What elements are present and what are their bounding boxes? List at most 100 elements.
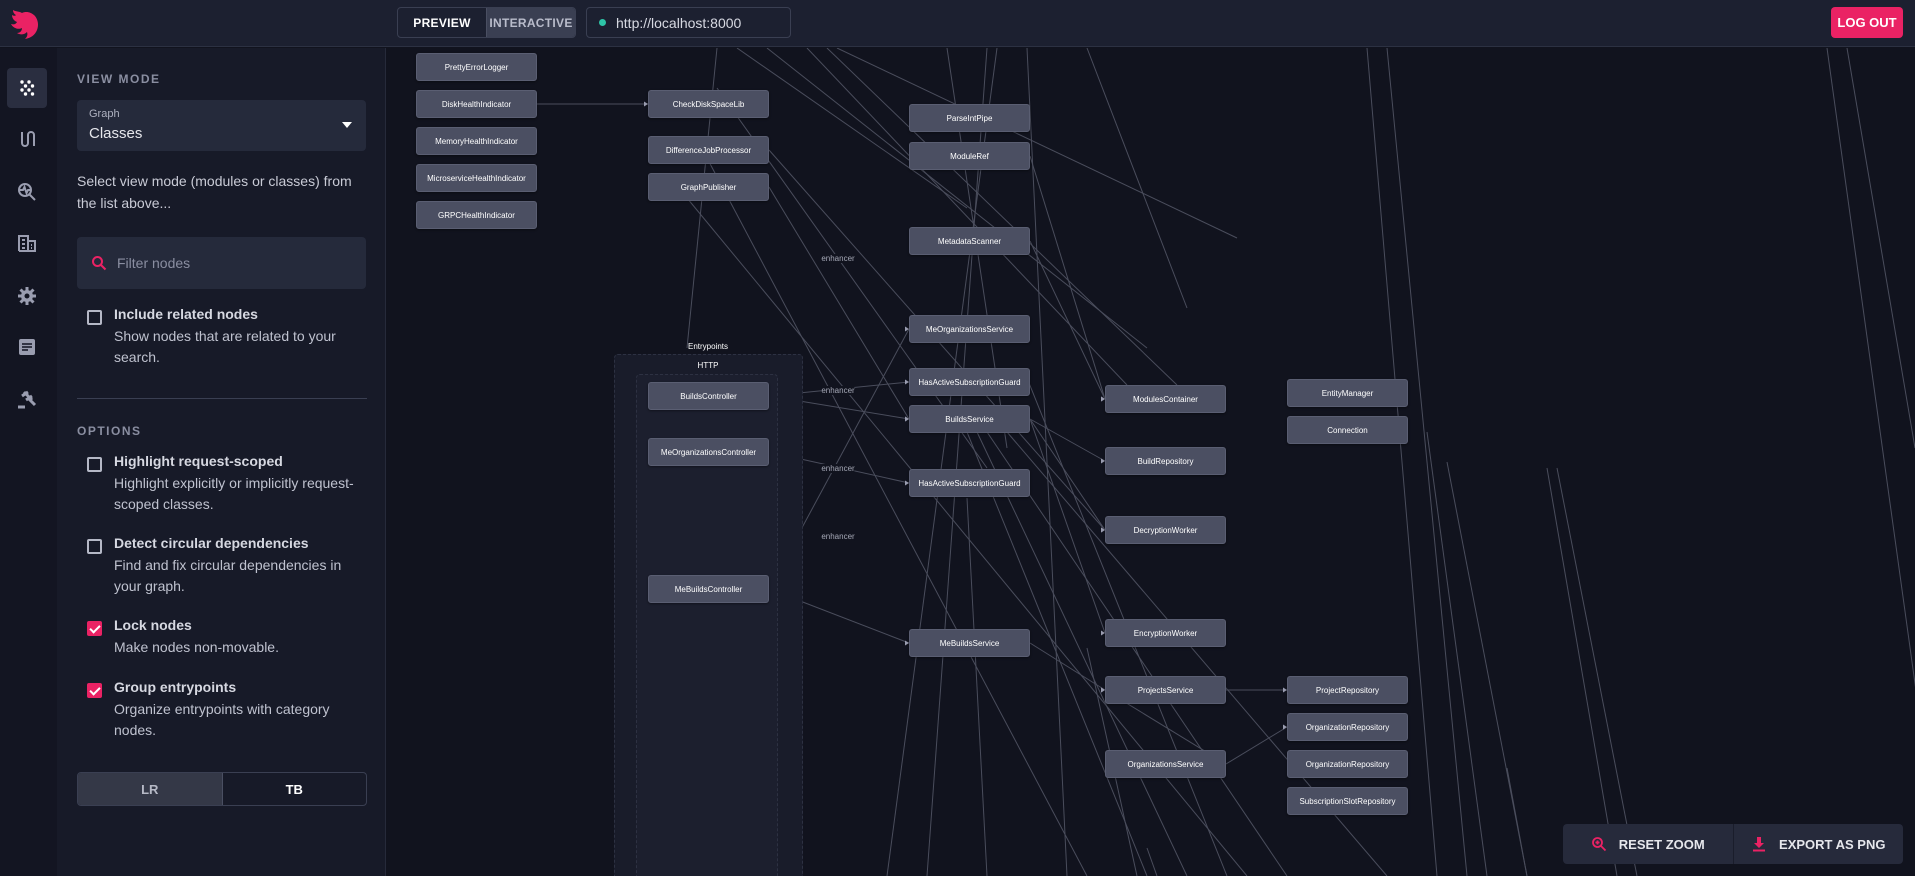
export-png-button[interactable]: EXPORT AS PNG (1734, 824, 1904, 864)
option-title: Group entrypoints (114, 679, 237, 695)
graph-edge (926, 48, 988, 876)
option-description: Find and fix circular dependencies in yo… (114, 557, 342, 594)
include-related-checkbox[interactable] (87, 310, 102, 325)
interactive-tab[interactable]: INTERACTIVE (486, 8, 575, 37)
graph-edge (966, 497, 988, 876)
graph-node[interactable]: MemoryHealthIndicator (416, 127, 537, 155)
graph-node[interactable]: OrganizationRepository (1287, 750, 1408, 778)
direction-tb-button[interactable]: TB (223, 773, 367, 805)
caret-down-icon (342, 122, 352, 128)
view-mode-description: Select view mode (modules or classes) fr… (77, 173, 352, 211)
graph-node[interactable]: BuildsController (648, 382, 769, 410)
edge-label: enhancer (821, 254, 855, 263)
graph-edge (1556, 467, 1638, 876)
settings-icon[interactable] (7, 276, 47, 316)
graph-node[interactable]: OrganizationsService (1105, 750, 1226, 778)
option-description: Make nodes non-movable. (114, 639, 279, 655)
graph-node[interactable]: MetadataScanner (909, 227, 1030, 255)
option-title: Highlight request-scoped (114, 453, 283, 469)
graph-node[interactable]: CheckDiskSpaceLib (648, 90, 769, 118)
option-title: Lock nodes (114, 617, 192, 633)
url-field[interactable]: http://localhost:8000 (586, 7, 791, 38)
download-icon (1753, 837, 1766, 852)
filter-field[interactable] (77, 237, 366, 289)
divider (77, 398, 367, 399)
graph-node[interactable]: GraphPublisher (648, 173, 769, 201)
graph-node[interactable]: ModuleRef (909, 142, 1030, 170)
graph-edge (1029, 418, 1106, 462)
icon-rail (0, 48, 57, 876)
logout-button[interactable]: LOG OUT (1831, 7, 1903, 38)
graph-node[interactable]: DecryptionWorker (1105, 516, 1226, 544)
graph-node[interactable]: MeBuildsService (909, 629, 1030, 657)
reset-zoom-button[interactable]: RESET ZOOM (1563, 824, 1733, 864)
group-entrypoints-checkbox[interactable] (87, 683, 102, 698)
edge-label: enhancer (821, 464, 855, 473)
graph-icon[interactable] (7, 68, 47, 108)
graph-node[interactable]: HasActiveSubscriptionGuard (909, 469, 1030, 497)
graph-edge (1146, 847, 1158, 876)
graph-node[interactable]: SubscriptionSlotRepository (1287, 787, 1408, 815)
option-description: Show nodes that are related to your sear… (114, 328, 336, 365)
select-label: Graph (89, 108, 120, 120)
graph-node[interactable]: MicroserviceHealthIndicator (416, 164, 537, 192)
view-mode-select[interactable]: Graph Classes (77, 100, 366, 151)
graph-node[interactable]: EncryptionWorker (1105, 619, 1226, 647)
direction-lr-button[interactable]: LR (78, 773, 223, 805)
top-bar: PREVIEW INTERACTIVE http://localhost:800… (0, 0, 1915, 47)
graph-node[interactable]: PrettyErrorLogger (416, 53, 537, 81)
reset-zoom-label: RESET ZOOM (1618, 836, 1705, 852)
graph-node[interactable]: DifferenceJobProcessor (648, 136, 769, 164)
graph-node[interactable]: MeBuildsController (648, 575, 769, 603)
graph-node[interactable]: Connection (1287, 416, 1408, 444)
graph-edge (1426, 431, 1488, 876)
graph-node[interactable]: BuildsService (909, 405, 1030, 433)
graph-node[interactable]: ParseIntPipe (909, 104, 1030, 132)
graph-edge (1029, 155, 1106, 400)
graph-edge (1029, 418, 1106, 531)
graph-edge (986, 431, 1288, 876)
inspect-icon[interactable] (7, 172, 47, 212)
option-title: Include related nodes (114, 306, 258, 322)
graph-edge (766, 48, 1148, 349)
graph-node[interactable]: MeOrganizationsService (909, 315, 1030, 343)
export-png-label: EXPORT AS PNG (1779, 836, 1886, 852)
graph-node[interactable]: MeOrganizationsController (648, 438, 769, 466)
sidebar-panel: VIEW MODE Graph Classes Select view mode… (57, 48, 386, 876)
graph-edge (1086, 48, 1188, 309)
graph-node[interactable]: EntityManager (1287, 379, 1408, 407)
graph-node[interactable]: OrganizationRepository (1287, 713, 1408, 741)
graph-edge (1029, 642, 1106, 691)
highlight-request-scoped-checkbox[interactable] (87, 457, 102, 472)
preview-tab[interactable]: PREVIEW (398, 8, 486, 37)
graph-node[interactable]: ProjectsService (1105, 676, 1226, 704)
graph-node[interactable]: DiskHealthIndicator (416, 90, 537, 118)
graph-node[interactable]: BuildRepository (1105, 447, 1226, 475)
status-dot-icon (599, 19, 606, 26)
graph-canvas[interactable]: Entrypoints HTTP PrettyErrorLogger DiskHe… (387, 48, 1915, 876)
http-group-label: HTTP (697, 361, 719, 370)
option-title: Detect circular dependencies (114, 535, 309, 551)
graph-node[interactable]: GRPCHealthIndicator (416, 201, 537, 229)
view-mode-heading: VIEW MODE (77, 72, 161, 86)
modules-icon[interactable] (7, 223, 47, 263)
nestjs-logo (11, 10, 39, 39)
hammer-icon[interactable] (7, 379, 47, 419)
entrypoints-group-label: Entrypoints (687, 342, 729, 351)
graph-node[interactable]: ModulesContainer (1105, 385, 1226, 413)
detect-circular-checkbox[interactable] (87, 539, 102, 554)
option-description: Organize entrypoints with category nodes… (114, 701, 330, 738)
graph-edge (1029, 418, 1106, 634)
graph-node[interactable]: HasActiveSubscriptionGuard (909, 368, 1030, 396)
option-description: Highlight explicitly or implicitly reque… (114, 475, 354, 512)
graph-edge (1506, 767, 1528, 876)
edge-label: enhancer (821, 532, 855, 541)
filter-input[interactable] (117, 255, 347, 271)
graph-edge (1546, 467, 1618, 876)
select-value: Classes (89, 125, 143, 142)
docs-icon[interactable] (7, 327, 47, 367)
routes-icon[interactable] (7, 119, 47, 159)
lock-nodes-checkbox[interactable] (87, 621, 102, 636)
graph-node[interactable]: ProjectRepository (1287, 676, 1408, 704)
graph-edge (1225, 726, 1288, 765)
